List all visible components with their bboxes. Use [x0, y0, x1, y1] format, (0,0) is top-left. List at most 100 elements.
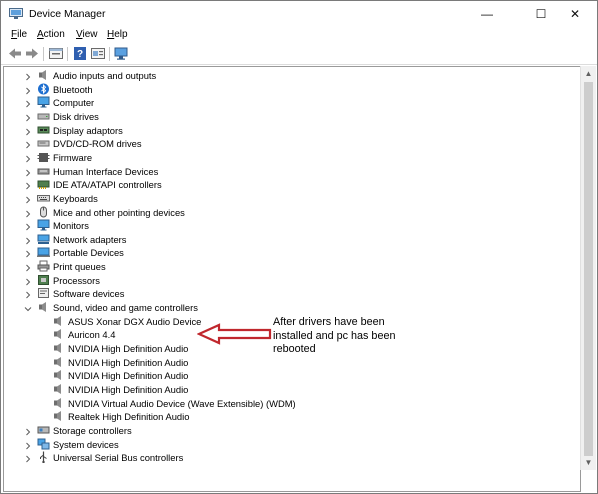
tree-category[interactable]: Processors: [4, 274, 574, 287]
tree-category[interactable]: Universal Serial Bus controllers: [4, 451, 574, 464]
scroll-down-arrow-icon[interactable]: ▼: [584, 458, 593, 467]
expand-chevron-icon[interactable]: [24, 248, 32, 258]
expand-chevron-icon[interactable]: [24, 71, 32, 81]
expand-chevron-icon[interactable]: [24, 126, 32, 135]
tree-category[interactable]: Storage controllers: [4, 424, 574, 437]
tree-item-label: ASUS Xonar DGX Audio Device: [68, 315, 202, 327]
speaker-icon: [52, 328, 65, 340]
tree-item-label: Storage controllers: [53, 424, 132, 436]
tree-category[interactable]: Display adaptors: [4, 124, 574, 137]
expand-chevron-icon[interactable]: [24, 112, 32, 122]
tree-category[interactable]: Network adapters: [4, 233, 574, 246]
portable-device-icon: [37, 246, 50, 258]
tree-item-label: Portable Devices: [53, 247, 124, 259]
tree-category[interactable]: Disk drives: [4, 110, 574, 123]
tree-item-label: DVD/CD-ROM drives: [53, 138, 142, 150]
tree-category[interactable]: Computer: [4, 96, 574, 109]
expand-chevron-icon[interactable]: [24, 289, 32, 299]
minimize-button[interactable]: —: [465, 1, 509, 27]
tree-item-label: Keyboards: [53, 192, 98, 204]
tree-category[interactable]: Keyboards: [4, 192, 574, 205]
tree-category[interactable]: IDE ATA/ATAPI controllers: [4, 178, 574, 191]
tree-item-label: Audio inputs and outputs: [53, 70, 157, 81]
display-adapter-icon: [37, 124, 50, 136]
ide-controller-icon: [37, 178, 50, 190]
software-device-icon: [37, 287, 50, 299]
tree-category[interactable]: Audio inputs and outputs: [4, 69, 574, 82]
keyboard-icon: [37, 192, 50, 204]
tree-category[interactable]: Print queues: [4, 260, 574, 273]
expand-chevron-icon[interactable]: [24, 139, 32, 149]
storage-controller-icon: [37, 424, 50, 436]
menu-action[interactable]: Action: [37, 29, 65, 40]
mouse-icon: [37, 206, 50, 218]
tree-item-label: System devices: [53, 438, 119, 450]
collapse-chevron-icon[interactable]: [24, 303, 32, 312]
device-manager-app-icon: [9, 8, 23, 19]
expand-chevron-icon[interactable]: [24, 180, 32, 190]
tree-item-label: Display adaptors: [53, 124, 123, 136]
tree-category[interactable]: Human Interface Devices: [4, 165, 574, 178]
device-tree[interactable]: Audio inputs and outputs Bluetooth Compute…: [3, 66, 581, 492]
bluetooth-icon: [37, 83, 50, 95]
tree-device-item[interactable]: NVIDIA High Definition Audio: [4, 383, 574, 396]
tree-item-label: NVIDIA High Definition Audio: [68, 343, 189, 354]
tree-item-label: Firmware: [53, 151, 93, 163]
tree-item-label: Network adapters: [53, 233, 127, 245]
expand-chevron-icon[interactable]: [24, 440, 32, 449]
menu-bar: File Action View Help: [1, 27, 597, 44]
tree-device-item[interactable]: NVIDIA Virtual Audio Device (Wave Extens…: [4, 397, 574, 410]
expand-chevron-icon[interactable]: [24, 453, 32, 463]
annotation-note: After drivers have been installed and pc…: [273, 316, 396, 355]
speaker-icon: [37, 301, 50, 313]
expand-chevron-icon[interactable]: [24, 208, 32, 217]
properties-icon[interactable]: [48, 46, 64, 61]
expand-chevron-icon[interactable]: [24, 276, 32, 286]
toolbar-separator: [67, 47, 68, 61]
menu-help[interactable]: Help: [107, 29, 128, 40]
tree-category[interactable]: Firmware: [4, 151, 574, 164]
tree-category[interactable]: Bluetooth: [4, 83, 574, 96]
expand-chevron-icon[interactable]: [24, 153, 32, 163]
menu-view[interactable]: View: [76, 29, 98, 40]
scrollbar-thumb[interactable]: [584, 82, 593, 456]
speaker-icon: [52, 315, 65, 327]
expand-chevron-icon[interactable]: [24, 167, 32, 176]
menu-file[interactable]: File: [11, 29, 27, 40]
tree-device-item[interactable]: NVIDIA High Definition Audio: [4, 369, 574, 382]
tree-device-item[interactable]: NVIDIA High Definition Audio: [4, 356, 574, 369]
tree-item-label: NVIDIA High Definition Audio: [68, 383, 189, 395]
expand-chevron-icon[interactable]: [24, 235, 32, 245]
forward-arrow-icon[interactable]: [24, 46, 40, 61]
scroll-up-arrow-icon[interactable]: ▲: [584, 69, 593, 78]
tree-category[interactable]: DVD/CD-ROM drives: [4, 137, 574, 150]
back-arrow-icon[interactable]: [7, 46, 23, 61]
expand-chevron-icon[interactable]: [24, 262, 32, 272]
properties-sheet-icon[interactable]: [90, 46, 106, 61]
tree-item-label: Sound, video and game controllers: [53, 302, 198, 314]
expand-chevron-icon[interactable]: [24, 426, 32, 436]
tree-device-item[interactable]: Realtek High Definition Audio: [4, 410, 574, 423]
tree-category[interactable]: Software devices: [4, 287, 574, 300]
tree-category[interactable]: Monitors: [4, 219, 574, 232]
vertical-scrollbar[interactable]: ▲ ▼: [580, 66, 596, 470]
tree-item-label: Mice and other pointing devices: [53, 206, 185, 218]
close-button[interactable]: ✕: [553, 1, 597, 27]
expand-chevron-icon[interactable]: [24, 98, 32, 108]
tree-item-label: Print queues: [53, 261, 106, 273]
expand-chevron-icon[interactable]: [24, 194, 32, 204]
tree-item-label: NVIDIA Virtual Audio Device (Wave Extens…: [68, 397, 296, 409]
printer-icon: [37, 260, 50, 272]
toolbar-separator: [109, 47, 110, 61]
speaker-icon: [52, 397, 65, 409]
help-icon[interactable]: ?: [72, 46, 88, 61]
usb-icon: [37, 451, 50, 464]
speaker-icon: [52, 356, 65, 368]
expand-chevron-icon[interactable]: [24, 85, 32, 94]
tree-category[interactable]: Portable Devices: [4, 246, 574, 259]
tree-category[interactable]: System devices: [4, 438, 574, 451]
tree-category[interactable]: Mice and other pointing devices: [4, 206, 574, 219]
expand-chevron-icon[interactable]: [24, 221, 32, 231]
scan-hardware-icon[interactable]: [113, 46, 129, 61]
tree-category[interactable]: Sound, video and game controllers: [4, 301, 574, 314]
